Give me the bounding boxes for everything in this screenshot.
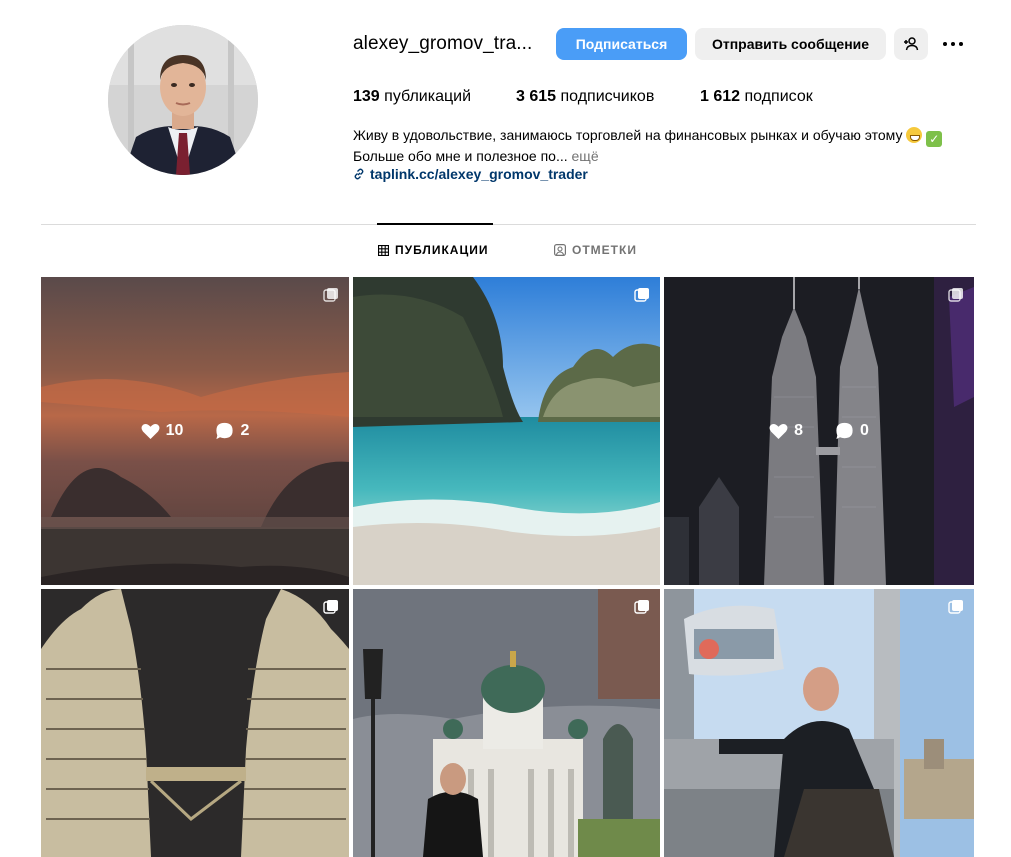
comments-count: 2 <box>215 422 249 440</box>
comment-icon <box>216 422 234 440</box>
avatar-portrait <box>108 25 258 175</box>
heart-icon <box>141 423 160 439</box>
post-tile-5[interactable] <box>353 589 660 857</box>
bio-external-link[interactable]: taplink.cc/alexey_gromov_trader <box>353 165 983 183</box>
follow-button[interactable]: Подписаться <box>556 28 687 60</box>
post-hover-stats: 8 0 <box>664 422 974 440</box>
send-message-button[interactable]: Отправить сообщение <box>695 28 886 60</box>
post-tile-3[interactable]: 8 0 <box>664 277 974 585</box>
link-icon <box>354 168 364 180</box>
comments-count: 0 <box>835 422 869 440</box>
multiple-photos-icon <box>323 288 338 302</box>
tabs-divider <box>41 224 976 225</box>
comment-icon <box>836 422 853 440</box>
multiple-photos-icon <box>634 288 649 302</box>
heart-icon <box>769 423 788 439</box>
multiple-photos-icon <box>948 288 963 302</box>
profile-page: alexey_gromov_tra... Подписаться Отправи… <box>0 0 1011 857</box>
bio-more-link[interactable]: ещё <box>572 148 599 164</box>
multiple-photos-icon <box>323 600 338 614</box>
post-tile-4[interactable] <box>41 589 349 857</box>
bio-line-1: Живу в удовольствие, занимаюсь торговлей… <box>353 126 983 147</box>
tab-posts[interactable]: ПУБЛИКАЦИИ <box>378 243 488 257</box>
post-tile-6[interactable] <box>664 589 974 857</box>
more-options-icon <box>943 42 947 46</box>
more-options-button[interactable] <box>938 30 968 58</box>
check-mark-emoji-icon: ✓ <box>926 131 943 147</box>
post-image-helsinki-cathedral <box>353 589 660 857</box>
bio-line-2: Больше обо мне и полезное по... ещё <box>353 148 599 164</box>
profile-username: alexey_gromov_tra... <box>353 33 533 54</box>
post-tile-1[interactable]: 10 2 <box>41 277 349 585</box>
multiple-photos-icon <box>634 600 649 614</box>
multiple-photos-icon <box>948 600 963 614</box>
post-image-ferris-wheel-cabin <box>664 589 974 857</box>
profile-avatar[interactable] <box>108 25 258 175</box>
following-count[interactable]: 1 612 подписок <box>700 88 813 106</box>
grid-icon <box>378 244 389 256</box>
posts-count: 139 публикаций <box>353 88 472 105</box>
post-image-petronas-towers-closeup <box>41 589 349 857</box>
post-image-tropical-bay <box>353 277 660 585</box>
grinning-emoji-icon <box>906 127 923 143</box>
active-tab-indicator <box>377 223 493 225</box>
likes-count: 10 <box>141 422 183 440</box>
add-user-icon <box>904 37 919 51</box>
tagged-user-icon <box>554 244 566 256</box>
post-hover-stats: 10 2 <box>41 422 349 440</box>
followers-count[interactable]: 3 615 подписчиков <box>516 88 654 106</box>
tab-tagged[interactable]: ОТМЕТКИ <box>554 243 637 257</box>
profile-bio: Живу в удовольствие, занимаюсь торговлей… <box>353 126 983 183</box>
likes-count: 8 <box>769 422 803 440</box>
suggested-accounts-button[interactable] <box>894 28 928 60</box>
post-tile-2[interactable] <box>353 277 660 585</box>
